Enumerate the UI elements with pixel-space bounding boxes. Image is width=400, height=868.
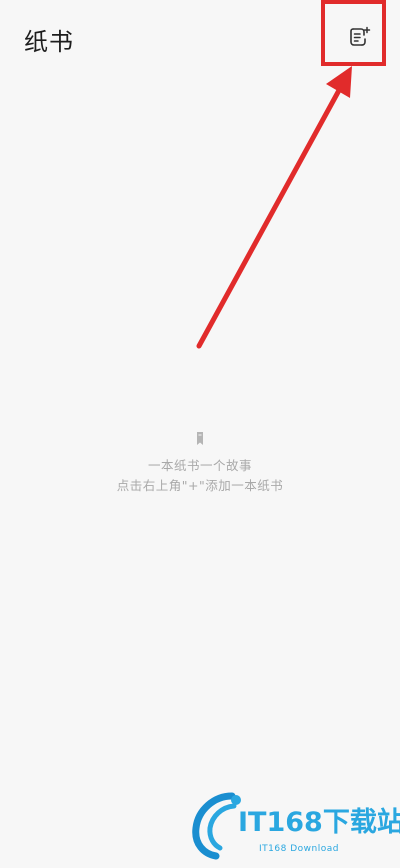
annotation-highlight-box xyxy=(321,0,386,66)
app-screen: 纸书 一本纸书一个故事 点击右上角"+"添加一本纸书 IT168下载站 IT16… xyxy=(0,0,400,868)
empty-state-line-2: 点击右上角"+"添加一本纸书 xyxy=(116,478,284,493)
watermark-brand: IT168下载站 xyxy=(238,807,400,838)
bookmark-icon xyxy=(197,432,203,445)
watermark-subtitle: IT168 Download xyxy=(259,844,339,854)
empty-state-line-1: 一本纸书一个故事 xyxy=(147,458,252,473)
empty-state: 一本纸书一个故事 点击右上角"+"添加一本纸书 xyxy=(0,430,400,496)
page-title: 纸书 xyxy=(24,28,74,56)
watermark: IT168下载站 IT168 Download xyxy=(188,790,400,860)
